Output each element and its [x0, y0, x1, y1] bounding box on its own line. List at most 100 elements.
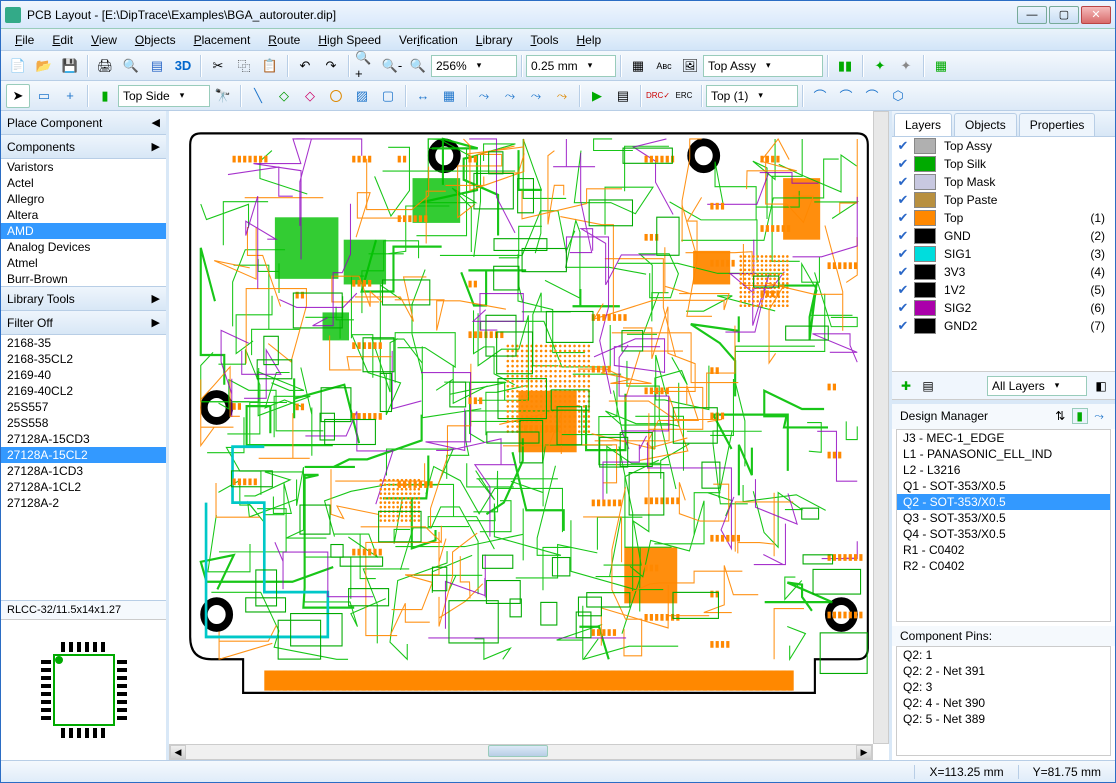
dm-item[interactable]: Q3 - SOT-353/X0.5 — [897, 510, 1110, 526]
tool-d-button[interactable]: ▦ — [929, 54, 953, 78]
check-icon[interactable]: ✔ — [896, 264, 910, 280]
dm-item[interactable]: Q1 - SOT-353/X0.5 — [897, 478, 1110, 494]
cut-button[interactable]: ✂ — [206, 54, 230, 78]
add-layer-button[interactable]: ✚ — [898, 378, 914, 394]
dm-net-button[interactable]: ⤳ — [1091, 409, 1107, 425]
dm-item[interactable]: J3 - MEC-1_EDGE — [897, 430, 1110, 446]
layer-swatch[interactable] — [914, 228, 936, 244]
pointer-tool[interactable]: ➤ — [6, 84, 30, 108]
contrast-button[interactable]: ◧ — [1093, 378, 1109, 394]
dm-sort-button[interactable]: ⇅ — [1052, 408, 1068, 424]
menu-highspeed[interactable]: High Speed — [310, 31, 389, 49]
vertical-scrollbar[interactable] — [873, 111, 889, 744]
menu-tools[interactable]: Tools — [522, 31, 566, 49]
check-icon[interactable]: ✔ — [896, 228, 910, 244]
menu-objects[interactable]: Objects — [127, 31, 184, 49]
assembly-combo[interactable]: Top Assy — [703, 55, 823, 77]
layer-swatch[interactable] — [914, 282, 936, 298]
layer-swatch[interactable] — [914, 174, 936, 190]
scroll-right-button[interactable]: ▶ — [856, 745, 872, 759]
tab-layers[interactable]: Layers — [894, 113, 952, 136]
maximize-button[interactable]: ▢ — [1049, 6, 1079, 24]
pin-item[interactable]: Q2: 5 - Net 389 — [897, 711, 1110, 727]
zoom-combo[interactable]: 256% — [431, 55, 517, 77]
layer-row[interactable]: ✔Top Assy — [892, 137, 1115, 155]
zoom-window-button[interactable]: 🔍 — [406, 54, 430, 78]
components-header[interactable]: Components▶ — [1, 135, 166, 159]
library-item[interactable]: Altera — [1, 207, 166, 223]
menu-placement[interactable]: Placement — [186, 31, 259, 49]
route-manual-tool[interactable]: ╲ — [246, 84, 270, 108]
layer-swatch[interactable] — [914, 264, 936, 280]
pin-item[interactable]: Q2: 3 — [897, 679, 1110, 695]
via-tool[interactable]: ◇ — [272, 84, 296, 108]
dm-item[interactable]: L2 - L3216 — [897, 462, 1110, 478]
check-icon[interactable]: ✔ — [896, 192, 910, 208]
part-item[interactable]: 25S557 — [1, 399, 166, 415]
paste-button[interactable]: 📋 — [258, 54, 282, 78]
layer-swatch[interactable] — [914, 192, 936, 208]
menu-file[interactable]: File — [7, 31, 42, 49]
component-pins-list[interactable]: Q2: 1Q2: 2 - Net 391Q2: 3Q2: 4 - Net 390… — [896, 646, 1111, 756]
component-tool[interactable]: ▮ — [93, 84, 117, 108]
polygon-tool[interactable]: ▨ — [350, 84, 374, 108]
scroll-left-button[interactable]: ◀ — [170, 745, 186, 759]
layer-row[interactable]: ✔SIG2(6) — [892, 299, 1115, 317]
part-item[interactable]: 27128A-2 — [1, 495, 166, 511]
layer-props-button[interactable]: ▤ — [920, 378, 936, 394]
tool-a-button[interactable]: ▮▮ — [833, 54, 857, 78]
net-tool-4[interactable]: ⤳ — [550, 84, 574, 108]
check-icon[interactable]: ✔ — [896, 174, 910, 190]
dm-item[interactable]: R1 - C0402 — [897, 542, 1110, 558]
copy-button[interactable]: ⿻ — [232, 54, 256, 78]
layer-swatch[interactable] — [914, 156, 936, 172]
pin-item[interactable]: Q2: 2 - Net 391 — [897, 663, 1110, 679]
check-icon[interactable]: ✔ — [896, 300, 910, 316]
find-button[interactable]: 🔭 — [211, 84, 235, 108]
save-button[interactable]: 💾 — [58, 54, 82, 78]
3d-button[interactable]: 3D — [171, 54, 195, 78]
run-button[interactable]: ▶ — [585, 84, 609, 108]
shape-tool-1[interactable]: ⌒ — [808, 84, 832, 108]
pcb-canvas[interactable]: ◀ ▶ — [169, 111, 889, 760]
layer-row[interactable]: ✔Top Mask — [892, 173, 1115, 191]
net-tool-3[interactable]: ⤳ — [524, 84, 548, 108]
drc-button[interactable]: DRC✓ — [646, 84, 670, 108]
text-abc-button[interactable]: Aʙc — [652, 54, 676, 78]
layer-display-button[interactable]: ▦ — [626, 54, 650, 78]
shape-tool-4[interactable]: ⬡ — [886, 84, 910, 108]
parts-list[interactable]: 2168-352168-35CL22169-402169-40CL225S557… — [1, 335, 166, 601]
undo-button[interactable]: ↶ — [293, 54, 317, 78]
layer-row[interactable]: ✔3V3(4) — [892, 263, 1115, 281]
sheet-button[interactable]: ▤ — [611, 84, 635, 108]
measure-tool[interactable]: ▭ — [32, 84, 56, 108]
check-icon[interactable]: ✔ — [896, 156, 910, 172]
layer-row[interactable]: ✔Top Paste — [892, 191, 1115, 209]
picture-button[interactable]: 🖼 — [678, 54, 702, 78]
layer-row[interactable]: ✔1V2(5) — [892, 281, 1115, 299]
library-item[interactable]: AMD — [1, 223, 166, 239]
layer-swatch[interactable] — [914, 210, 936, 226]
layer-row[interactable]: ✔Top(1) — [892, 209, 1115, 227]
layer-swatch[interactable] — [914, 246, 936, 262]
check-icon[interactable]: ✔ — [896, 318, 910, 334]
layers-list[interactable]: ✔Top Assy✔Top Silk✔Top Mask✔Top Paste✔To… — [892, 137, 1115, 372]
tool-c-button[interactable]: ✦ — [894, 54, 918, 78]
pad-tool[interactable]: ◇ — [298, 84, 322, 108]
pin-item[interactable]: Q2: 4 - Net 390 — [897, 695, 1110, 711]
horizontal-scrollbar[interactable]: ◀ ▶ — [169, 744, 873, 760]
shape-tool-2[interactable]: ⌒ — [834, 84, 858, 108]
dm-item[interactable]: L1 - PANASONIC_ELL_IND — [897, 446, 1110, 462]
menu-help[interactable]: Help — [568, 31, 609, 49]
library-item[interactable]: Burr-Brown — [1, 271, 166, 287]
board-tool[interactable]: ▢ — [376, 84, 400, 108]
grid-combo[interactable]: 0.25 mm — [526, 55, 616, 77]
origin-tool[interactable]: + — [58, 84, 82, 108]
shape-tool-3[interactable]: ⌒ — [860, 84, 884, 108]
dm-item[interactable]: Q4 - SOT-353/X0.5 — [897, 526, 1110, 542]
menu-route[interactable]: Route — [260, 31, 308, 49]
zoom-out-button[interactable]: 🔍- — [380, 54, 404, 78]
preview-button[interactable]: 🔍 — [119, 54, 143, 78]
layer-row[interactable]: ✔SIG1(3) — [892, 245, 1115, 263]
net-tool-2[interactable]: ⤳ — [498, 84, 522, 108]
